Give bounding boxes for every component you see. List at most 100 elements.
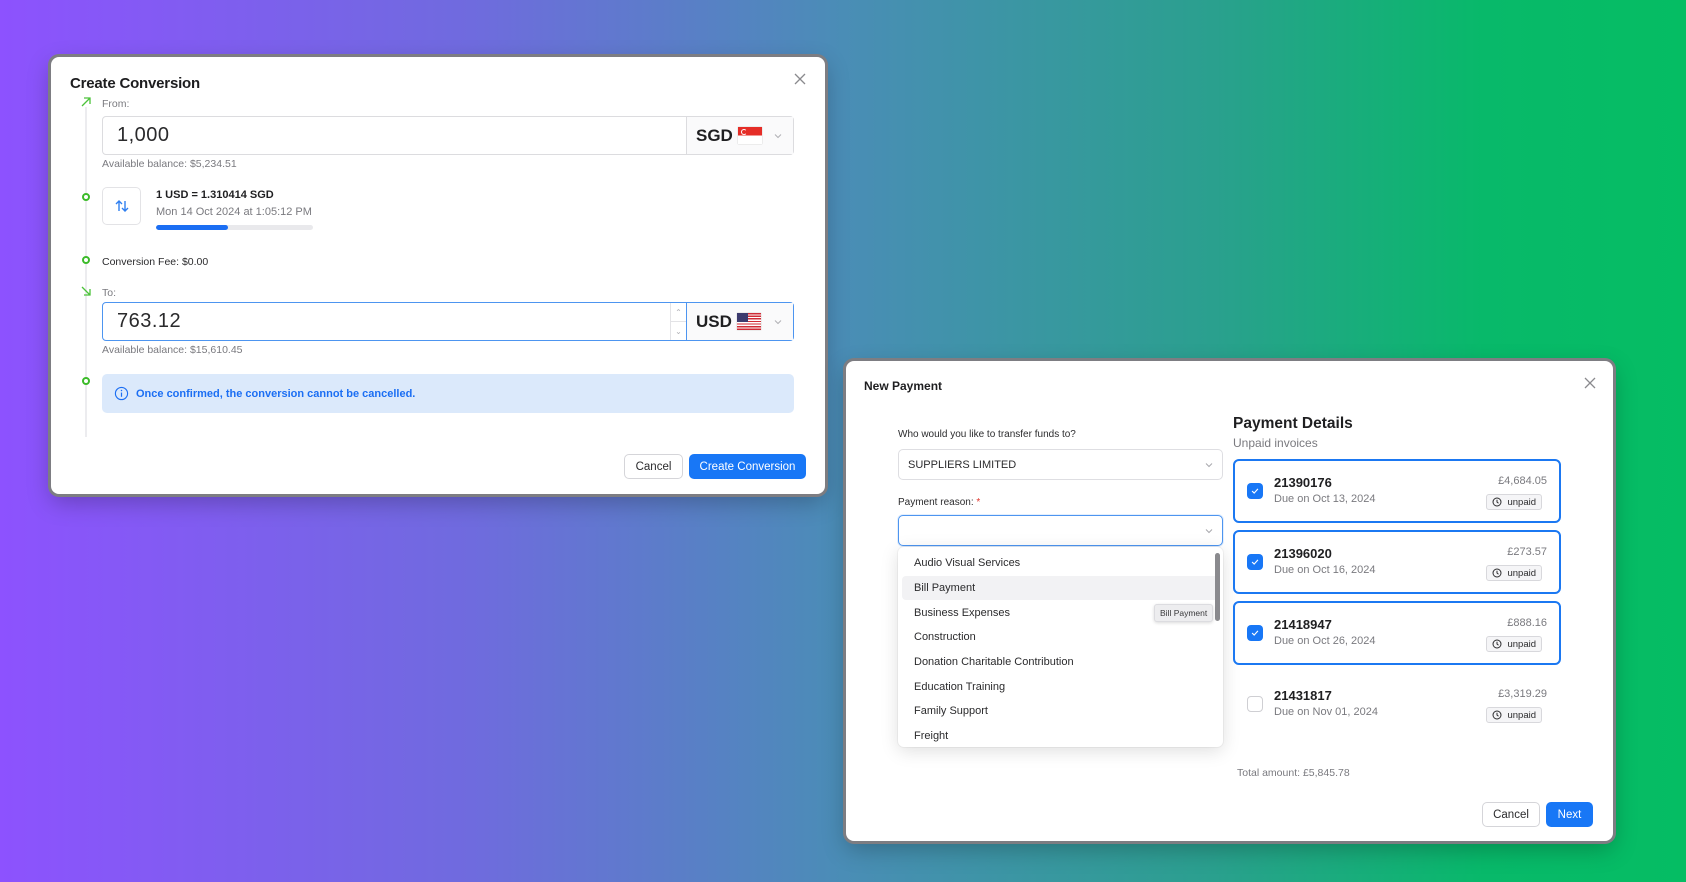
timeline-dot — [82, 256, 90, 264]
payment-reason-select[interactable] — [898, 515, 1223, 546]
option-tooltip: Bill Payment — [1154, 604, 1214, 622]
invoice-amount: £4,684.05 — [1498, 475, 1547, 487]
payment-reason-label-text: Payment reason: — [898, 497, 974, 508]
status-text: unpaid — [1507, 567, 1536, 579]
invoice-amount: £273.57 — [1507, 546, 1547, 558]
invoice-number: 21431817 — [1274, 688, 1332, 703]
close-icon[interactable] — [1581, 374, 1599, 392]
clock-icon — [1492, 568, 1502, 578]
amount-stepper[interactable]: ⌃ ⌄ — [670, 303, 686, 340]
currency-code: SGD — [696, 125, 733, 145]
chevron-down-icon — [774, 319, 782, 324]
new-payment-dialog: New Payment Who would you like to transf… — [846, 361, 1613, 841]
required-marker: * — [976, 497, 981, 508]
to-available-balance: Available balance: $15,610.45 — [102, 344, 243, 356]
dialog-title: Create Conversion — [70, 75, 200, 92]
rate-refresh-progress — [156, 225, 313, 230]
check-icon — [1251, 488, 1259, 494]
from-currency-select[interactable]: SGD — [686, 117, 793, 154]
recipient-select[interactable]: SUPPLIERS LIMITED — [898, 449, 1223, 480]
status-text: unpaid — [1507, 638, 1536, 650]
invoice-due-date: Due on Oct 13, 2024 — [1274, 493, 1376, 505]
to-amount-group: ⌃ ⌄ USD — [102, 302, 794, 341]
us-flag-icon — [736, 313, 761, 330]
recipient-label: Who would you like to transfer funds to? — [898, 429, 1076, 440]
clock-icon — [1492, 497, 1502, 507]
to-label: To: — [102, 287, 117, 299]
dropdown-option[interactable]: Construction — [902, 625, 1219, 650]
from-amount-group: SGD — [102, 116, 794, 155]
invoice-checkbox[interactable] — [1247, 483, 1263, 499]
status-badge: unpaid — [1486, 494, 1542, 510]
dropdown-scrollbar[interactable] — [1215, 553, 1220, 621]
payment-reason-dropdown: Audio Visual Services Bill Payment Busin… — [898, 547, 1223, 747]
create-conversion-dialog: Create Conversion From: SGD Available ba… — [51, 57, 825, 494]
invoice-number: 21418947 — [1274, 617, 1332, 632]
singapore-flag-icon — [737, 127, 762, 144]
next-button[interactable]: Next — [1546, 802, 1593, 827]
invoice-card[interactable]: 21431817 Due on Nov 01, 2024 £3,319.29 u… — [1233, 672, 1561, 736]
recipient-value: SUPPLIERS LIMITED — [908, 458, 1017, 471]
invoice-checkbox[interactable] — [1247, 625, 1263, 641]
invoice-amount: £3,319.29 — [1498, 688, 1547, 700]
currency-code: USD — [696, 311, 732, 331]
invoice-checkbox[interactable] — [1247, 554, 1263, 570]
info-icon — [114, 386, 129, 401]
from-label: From: — [102, 98, 130, 110]
rate-timestamp: Mon 14 Oct 2024 at 1:05:12 PM — [156, 206, 312, 218]
status-badge: unpaid — [1486, 707, 1542, 723]
invoice-due-date: Due on Oct 26, 2024 — [1274, 635, 1376, 647]
arrow-up-right-icon — [79, 95, 93, 109]
dropdown-option[interactable]: Donation Charitable Contribution — [902, 650, 1219, 675]
timeline-line — [85, 107, 87, 437]
status-text: unpaid — [1507, 496, 1536, 508]
invoice-checkbox[interactable] — [1247, 696, 1263, 712]
dropdown-option[interactable]: Family Support — [902, 699, 1219, 724]
payment-details-subtitle: Unpaid invoices — [1233, 436, 1318, 450]
status-badge: unpaid — [1486, 565, 1542, 581]
invoice-number: 21390176 — [1274, 475, 1332, 490]
timeline-dot — [82, 193, 90, 201]
chevron-down-icon — [774, 133, 782, 138]
create-conversion-button[interactable]: Create Conversion — [689, 454, 806, 479]
timeline-dot — [82, 377, 90, 385]
from-available-balance: Available balance: $5,234.51 — [102, 158, 237, 170]
chevron-down-icon — [1205, 462, 1213, 467]
conversion-fee: Conversion Fee: $0.00 — [102, 256, 209, 268]
dropdown-option[interactable]: Bill Payment — [902, 575, 1219, 601]
info-notice: Once confirmed, the conversion cannot be… — [102, 374, 794, 413]
total-amount: Total amount: £5,845.78 — [1237, 767, 1350, 779]
status-text: unpaid — [1507, 709, 1536, 721]
dialog-title: New Payment — [864, 379, 943, 393]
decrement-button[interactable]: ⌄ — [671, 322, 686, 340]
dropdown-option[interactable]: Education Training — [902, 674, 1219, 699]
swap-rate-button[interactable] — [102, 187, 141, 225]
notice-text: Once confirmed, the conversion cannot be… — [136, 387, 416, 400]
dropdown-option[interactable]: Audio Visual Services — [902, 551, 1219, 576]
status-badge: unpaid — [1486, 636, 1542, 652]
cancel-button[interactable]: Cancel — [1482, 802, 1540, 827]
invoice-amount: £888.16 — [1507, 617, 1547, 629]
from-amount-input[interactable] — [103, 117, 686, 154]
payment-details-title: Payment Details — [1233, 415, 1353, 432]
invoice-due-date: Due on Nov 01, 2024 — [1274, 706, 1378, 718]
arrow-down-right-icon — [79, 284, 93, 298]
invoice-card[interactable]: 21418947 Due on Oct 26, 2024 £888.16 unp… — [1233, 601, 1561, 665]
swap-arrows-icon — [115, 200, 128, 212]
check-icon — [1251, 559, 1259, 565]
invoice-card[interactable]: 21390176 Due on Oct 13, 2024 £4,684.05 u… — [1233, 459, 1561, 523]
close-icon[interactable] — [791, 70, 809, 88]
to-currency-select[interactable]: USD — [686, 303, 793, 340]
invoice-card[interactable]: 21396020 Due on Oct 16, 2024 £273.57 unp… — [1233, 530, 1561, 594]
clock-icon — [1492, 639, 1502, 649]
cancel-button[interactable]: Cancel — [624, 454, 683, 479]
dropdown-option[interactable]: Freight — [902, 724, 1219, 749]
invoice-number: 21396020 — [1274, 546, 1332, 561]
chevron-down-icon — [1205, 528, 1213, 533]
rate-refresh-progress-fill — [156, 225, 229, 230]
clock-icon — [1492, 710, 1502, 720]
increment-button[interactable]: ⌃ — [671, 303, 686, 322]
exchange-rate: 1 USD = 1.310414 SGD — [156, 189, 274, 201]
to-amount-input[interactable] — [103, 303, 670, 340]
payment-reason-label: Payment reason: * — [898, 497, 980, 508]
